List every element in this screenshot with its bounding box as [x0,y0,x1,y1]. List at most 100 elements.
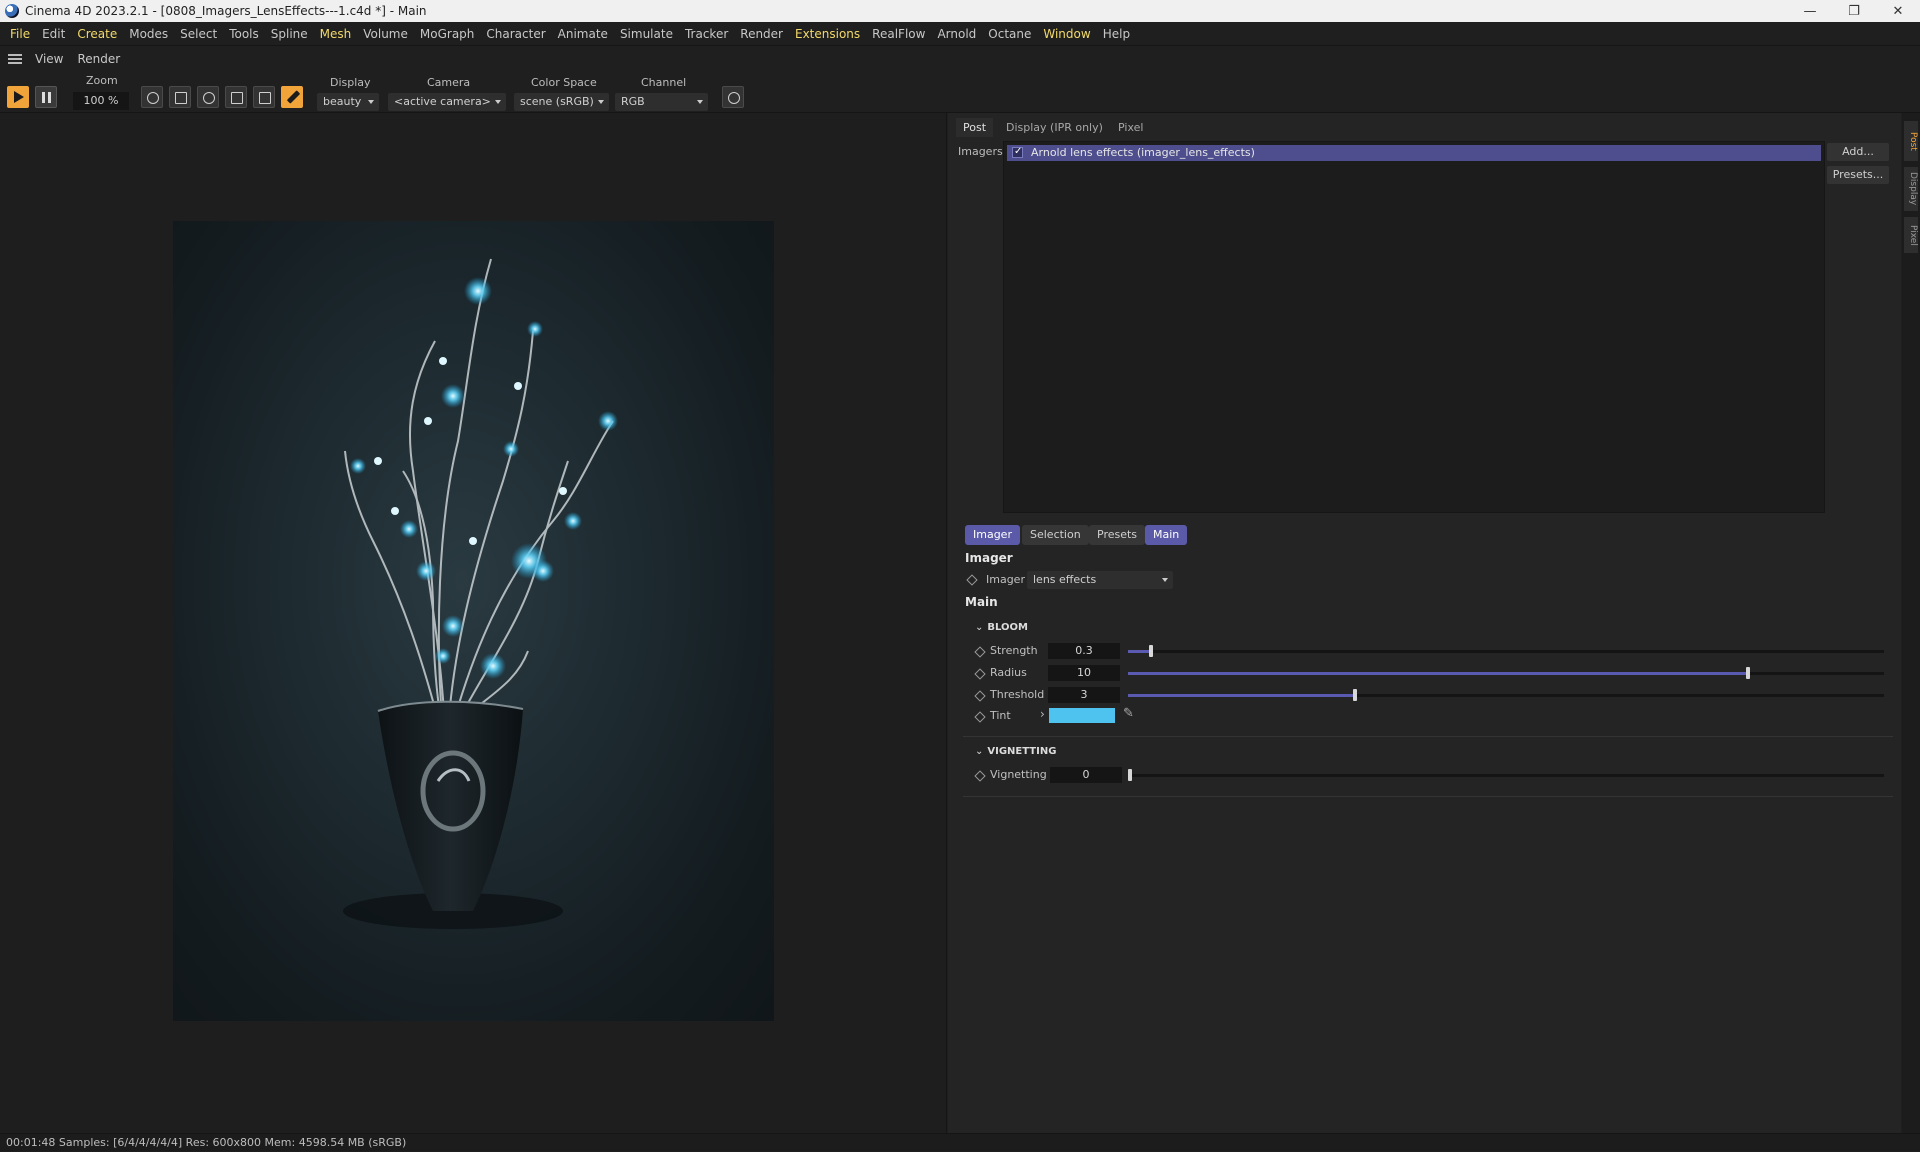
status-bar: 00:01:48 Samples: [6/4/4/4/4/4] Res: 600… [0,1133,1920,1151]
menu-animate[interactable]: Animate [552,27,614,41]
display-dropdown[interactable]: beauty [317,93,379,111]
menu-tracker[interactable]: Tracker [679,27,734,41]
keyframe-diamond-icon[interactable] [974,668,986,680]
color-space-dropdown[interactable]: scene (sRGB) [514,93,609,111]
tint-color-swatch[interactable] [1049,708,1115,723]
tab-pixel[interactable]: Pixel [1111,118,1150,137]
channel-label: Channel [641,76,687,89]
vignetting-slider[interactable] [1128,769,1884,781]
menu-spline[interactable]: Spline [265,27,314,41]
imager-enabled-checkbox[interactable] [1012,144,1023,160]
keyframe-diamond-icon[interactable] [974,711,986,723]
vignetting-input[interactable]: 0 [1050,767,1122,783]
subtab-selection[interactable]: Selection [1022,525,1089,545]
display-window-icon[interactable] [169,86,191,108]
keyframe-diamond-icon[interactable] [974,690,986,702]
snapshot-view-icon[interactable] [141,86,163,108]
zoom-field[interactable]: 100 % [73,92,129,110]
render-menu[interactable]: Render [70,52,127,66]
menu-mograph[interactable]: MoGraph [414,27,481,41]
add-imager-button[interactable]: Add... [1827,143,1889,161]
menu-file[interactable]: File [4,27,36,41]
subtab-imager[interactable]: Imager [965,525,1020,545]
vertical-tab-bar: Post Display Pixel [1902,113,1920,1133]
view-menu[interactable]: View [28,52,70,66]
menu-extensions[interactable]: Extensions [789,27,866,41]
threshold-slider[interactable] [1128,689,1884,701]
bloom-section-header[interactable]: ⌄ BLOOM [975,622,1028,633]
section-divider [963,796,1893,797]
radius-input[interactable]: 10 [1048,665,1120,681]
minimize-button[interactable]: — [1788,4,1832,19]
strength-slider[interactable] [1128,645,1884,657]
window-controls: — ❐ ✕ [1788,4,1920,19]
display-label: Display [330,76,371,89]
keyframe-diamond-icon[interactable] [974,770,986,782]
menu-simulate[interactable]: Simulate [614,27,679,41]
channel-dropdown[interactable]: RGB [615,93,708,111]
radius-slider-handle[interactable] [1745,667,1750,679]
zoom-label: Zoom [86,74,118,87]
restore-button[interactable]: ❐ [1832,4,1876,19]
vtab-pixel[interactable]: Pixel [1904,217,1918,253]
imagers-list[interactable]: Arnold lens effects (imager_lens_effects… [1003,141,1825,513]
menu-create[interactable]: Create [71,27,123,41]
menu-edit[interactable]: Edit [36,27,71,41]
keyframe-diamond-icon[interactable] [974,646,986,658]
menu-character[interactable]: Character [480,27,551,41]
menu-realflow[interactable]: RealFlow [866,27,931,41]
radius-slider[interactable] [1128,667,1884,679]
menu-modes[interactable]: Modes [123,27,174,41]
subtab-main[interactable]: Main [1145,525,1188,545]
vase-with-glowing-branches-image [343,258,618,929]
tab-post[interactable]: Post [956,118,994,137]
menu-tools[interactable]: Tools [223,27,265,41]
camera-dropdown[interactable]: <active camera> [388,93,506,111]
menu-bar: File Edit Create Modes Select Tools Spli… [0,22,1920,46]
vtab-display[interactable]: Display [1904,167,1918,211]
color-space-label: Color Space [531,76,597,89]
imagers-label: Imagers [958,145,1003,158]
hamburger-menu-icon[interactable] [8,52,22,66]
threshold-input[interactable]: 3 [1048,687,1120,703]
strength-input[interactable]: 0.3 [1048,643,1120,659]
close-button[interactable]: ✕ [1876,4,1920,19]
menu-select[interactable]: Select [174,27,223,41]
globe-icon[interactable] [197,86,219,108]
menu-window[interactable]: Window [1037,27,1096,41]
imager-type-value: lens effects [1033,573,1097,586]
chevron-down-icon: ⌄ [975,622,984,633]
vignetting-section-header[interactable]: ⌄ VIGNETTING [975,746,1056,757]
subtab-presets[interactable]: Presets [1089,525,1146,545]
camera-snapshot-icon[interactable] [722,86,744,108]
region-icon[interactable] [225,86,247,108]
expand-chevron-icon[interactable]: › [1040,707,1045,721]
menu-render[interactable]: Render [734,27,789,41]
menu-mesh[interactable]: Mesh [314,27,358,41]
chevron-down-icon [368,100,374,104]
keyframe-diamond-icon[interactable] [966,574,978,586]
pause-render-button[interactable] [35,86,57,108]
grid-icon[interactable] [253,86,275,108]
strength-slider-handle[interactable] [1148,645,1153,657]
imager-type-dropdown[interactable]: lens effects [1027,571,1173,589]
menu-volume[interactable]: Volume [357,27,414,41]
menu-octane[interactable]: Octane [982,27,1037,41]
vtab-post[interactable]: Post [1904,121,1918,161]
window-title: Cinema 4D 2023.2.1 - [0808_Imagers_LensE… [25,4,427,18]
eyedropper-icon[interactable]: ✎ [1123,706,1134,721]
menu-help[interactable]: Help [1097,27,1136,41]
tint-label: Tint [990,709,1011,722]
threshold-slider-handle[interactable] [1352,689,1357,701]
vignetting-slider-handle[interactable] [1128,769,1132,781]
menu-arnold[interactable]: Arnold [931,27,982,41]
presets-button[interactable]: Presets... [1827,166,1889,184]
title-bar: Cinema 4D 2023.2.1 - [0808_Imagers_LensE… [0,0,1920,22]
start-render-button[interactable] [7,86,29,108]
vignetting-section-label: VIGNETTING [987,746,1057,757]
tab-display-ipr[interactable]: Display (IPR only) [999,118,1110,137]
imager-list-item[interactable]: Arnold lens effects (imager_lens_effects… [1007,144,1821,161]
brush-icon[interactable] [281,86,303,108]
imager-item-label: Arnold lens effects (imager_lens_effects… [1031,146,1255,159]
render-viewport[interactable] [0,113,947,1133]
